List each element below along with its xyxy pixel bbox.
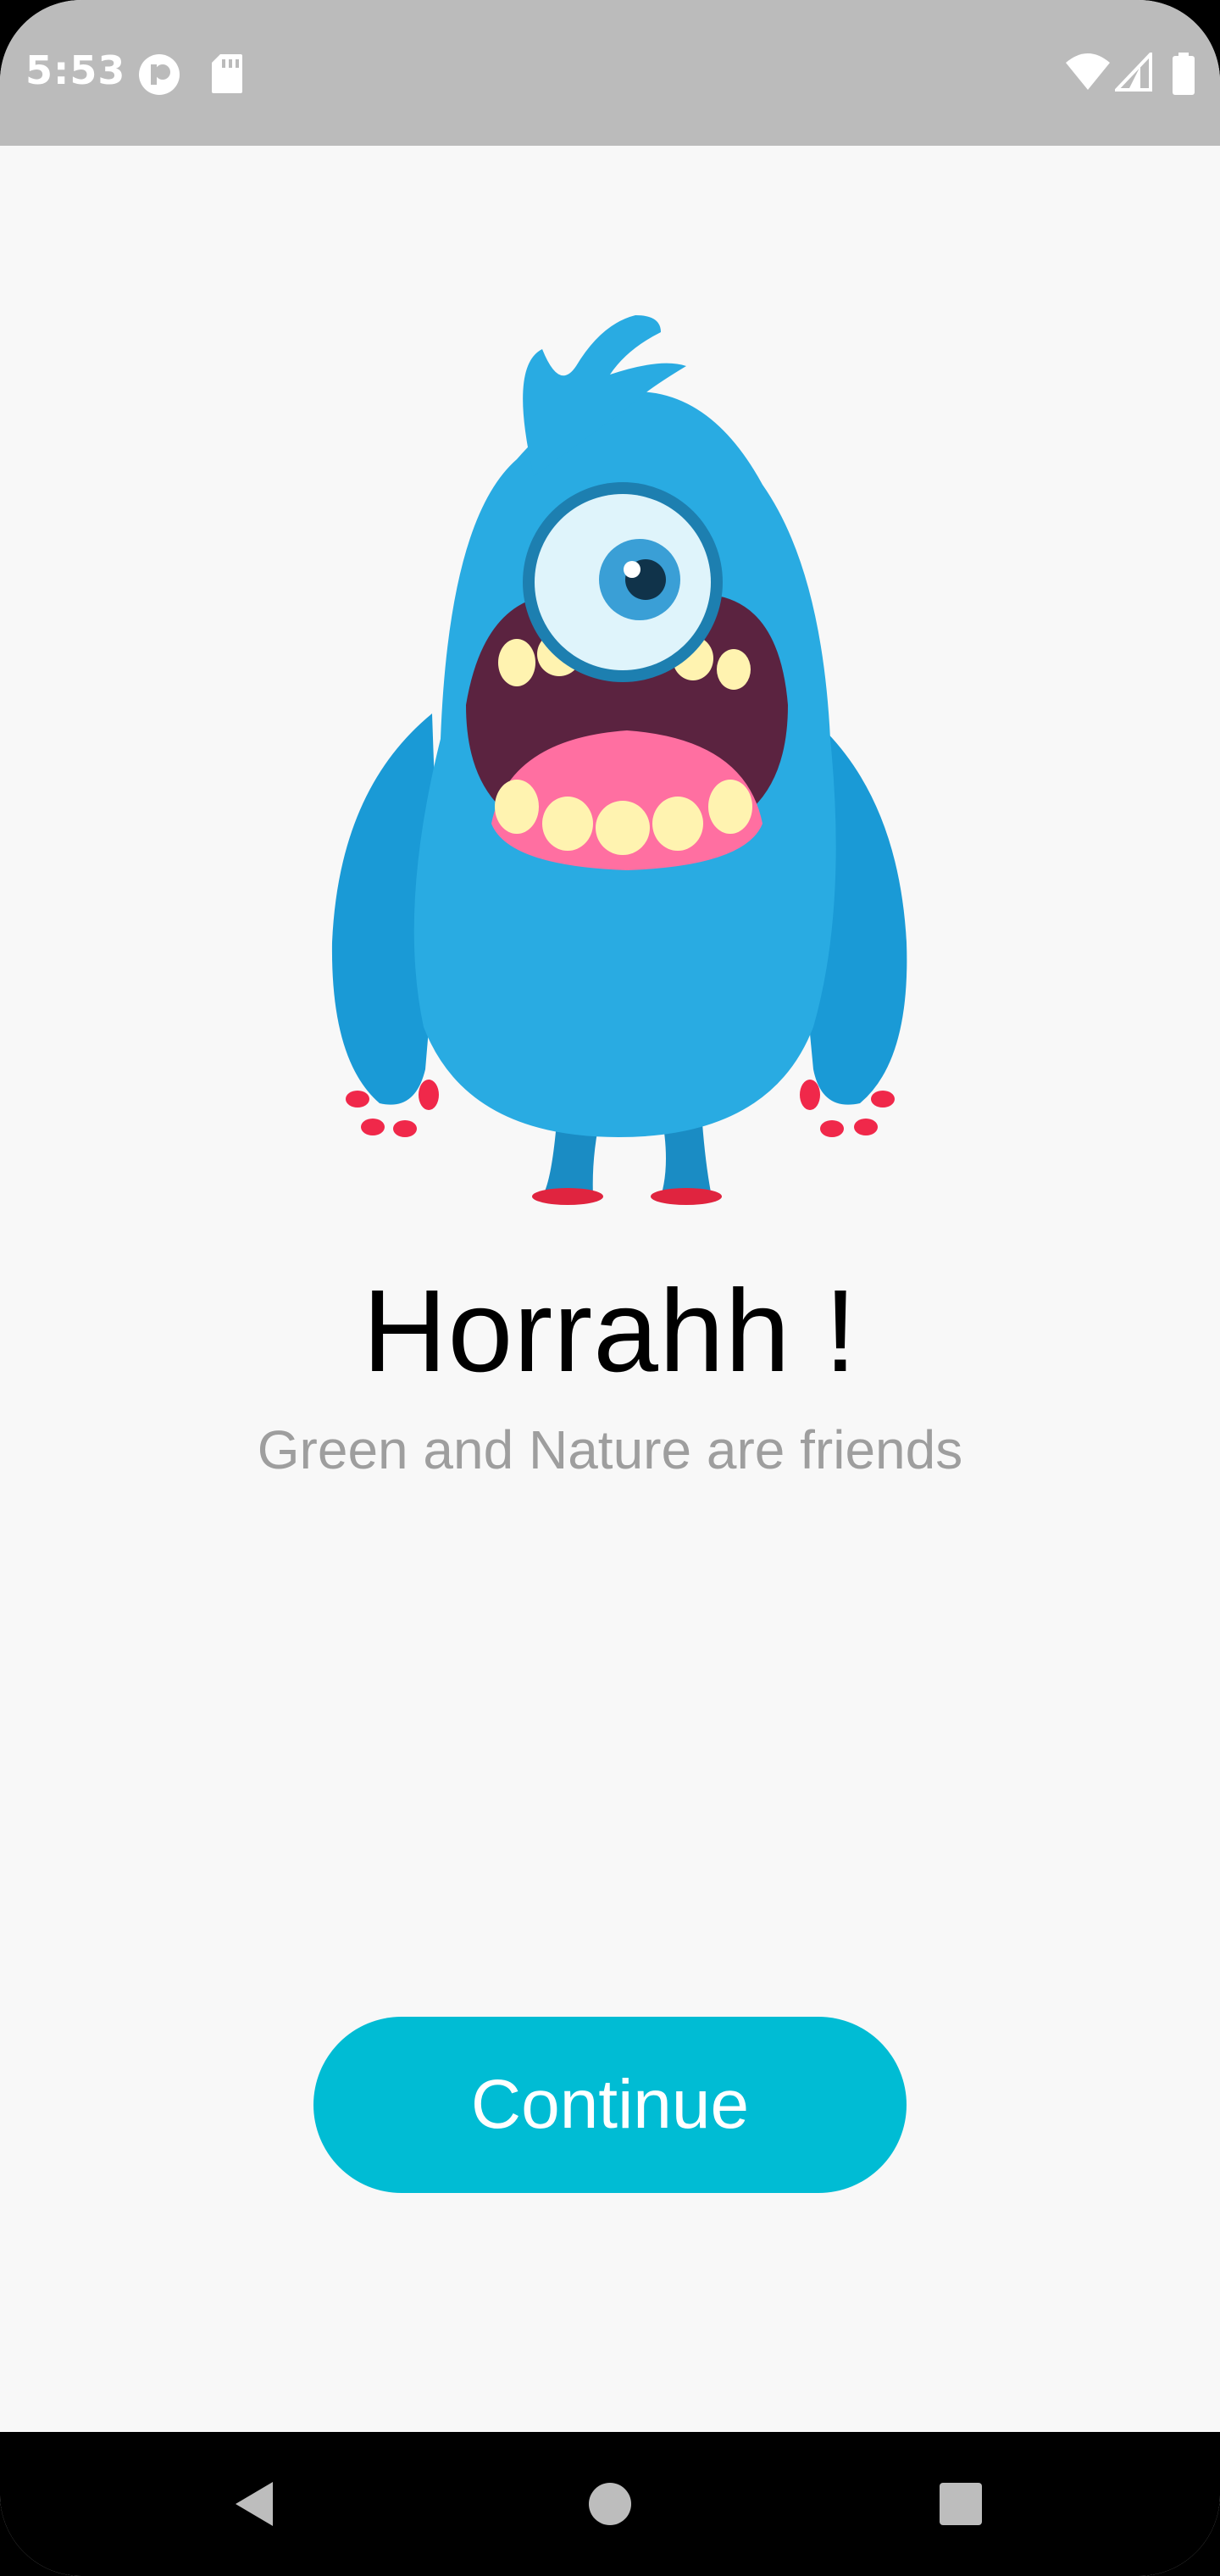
privacy-dot-icon <box>139 54 180 95</box>
recents-button[interactable] <box>893 2432 1029 2576</box>
back-icon <box>236 2482 273 2526</box>
battery-icon <box>1173 53 1195 95</box>
signal-icon <box>1115 53 1152 92</box>
page-subtitle: Green and Nature are friends <box>257 1419 963 1480</box>
recents-icon <box>940 2483 982 2525</box>
phone-screen: 5:53 Horrahh ! Green and Nature are frie… <box>0 0 1220 2576</box>
status-time: 5:53 <box>25 47 126 93</box>
home-button[interactable] <box>542 2432 678 2576</box>
home-icon <box>589 2483 631 2525</box>
back-button[interactable] <box>186 2432 322 2576</box>
monster-illustration <box>331 315 907 1205</box>
page-title: Horrahh ! <box>362 1266 858 1396</box>
sd-card-icon <box>212 54 242 93</box>
navigation-bar <box>0 2432 1220 2576</box>
continue-button[interactable]: Continue <box>313 2017 907 2193</box>
wifi-icon <box>1066 53 1110 90</box>
status-bar: 5:53 <box>0 0 1220 146</box>
